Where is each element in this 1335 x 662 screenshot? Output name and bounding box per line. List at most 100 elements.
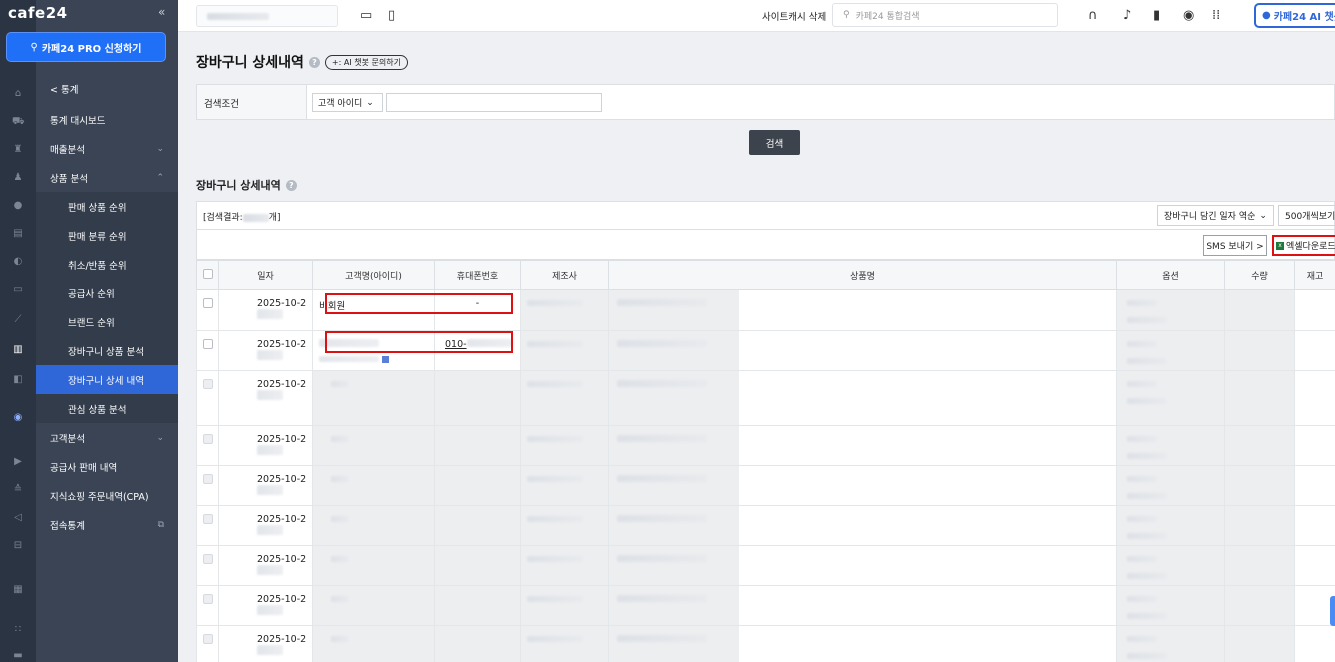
search-field-select[interactable]: 고객 아이디 ⌄ — [312, 93, 383, 112]
row-checkbox[interactable] — [202, 298, 213, 308]
row-checkbox[interactable] — [202, 379, 213, 389]
option-cell — [1116, 289, 1225, 331]
col-maker: 제조사 — [520, 260, 609, 290]
col-customer: 고객명(아이디) — [312, 260, 435, 290]
sidebar-item-label: 장바구니 상품 분석 — [68, 346, 144, 358]
table-row: 2025-10-2 — [196, 585, 1335, 626]
help-icon[interactable]: ? — [285, 179, 297, 191]
board-icon[interactable]: ▤ — [12, 228, 24, 240]
row-checkbox[interactable] — [202, 594, 213, 604]
sidebar-item-2[interactable]: 매출분석 ⌄ — [36, 134, 178, 163]
sidebar-item-15[interactable]: 접속통계 ⧉ — [36, 510, 178, 539]
product-cell[interactable] — [608, 370, 1117, 426]
phone-cell — [434, 425, 521, 466]
sidebar-item-13[interactable]: 공급사 판매 내역 — [36, 452, 178, 481]
user-icon[interactable]: ♟ — [12, 172, 24, 184]
account-icon[interactable]: ◉ — [1183, 8, 1194, 24]
sidebar-item-label: 통계 대시보드 — [50, 115, 106, 127]
customer-cell — [312, 585, 435, 626]
chat-icon[interactable]: ● — [12, 200, 24, 212]
stock-cell — [1294, 330, 1335, 371]
excel-download-button[interactable]: x 엑셀다운로드 — [1272, 235, 1335, 256]
product-cell[interactable] — [608, 585, 1117, 626]
stats-icon[interactable]: ▥ — [12, 344, 24, 356]
grid-icon[interactable]: ∷ — [12, 624, 24, 636]
sidebar-item-11[interactable]: 관심 상품 분석 — [36, 394, 178, 423]
palette-icon[interactable]: ◐ — [12, 256, 24, 268]
doc-icon[interactable]: ▦ — [12, 584, 24, 596]
product-cell[interactable] — [608, 505, 1117, 546]
row-checkbox[interactable] — [202, 474, 213, 484]
sidebar-item-label: 공급사 순위 — [68, 288, 115, 300]
sidebar-item-9[interactable]: 장바구니 상품 분석 — [36, 336, 178, 365]
layers-icon[interactable]: ≙ — [12, 484, 24, 496]
headset-icon[interactable]: ∩ — [1088, 8, 1098, 24]
badge-icon[interactable]: ◉ — [12, 412, 24, 424]
date-value: 2025-10-2 — [257, 298, 307, 309]
ad-icon[interactable]: ▭ — [12, 284, 24, 296]
ask-chatbot-button[interactable]: +: AI 챗봇 문의하기 — [324, 54, 408, 70]
row-checkbox[interactable] — [202, 634, 213, 644]
mobile-icon[interactable]: ▯ — [388, 8, 395, 24]
apps-icon[interactable]: ⁞⁞ — [1212, 8, 1220, 24]
sidebar-item-5[interactable]: 판매 분류 순위 — [36, 221, 178, 250]
send-sms-button[interactable]: SMS 보내기 > — [1203, 235, 1267, 256]
sidebar-item-10[interactable]: 장바구니 상세 내역 — [36, 365, 178, 394]
home-icon[interactable]: ⌂ — [12, 88, 24, 100]
search-input[interactable] — [386, 93, 602, 112]
row-checkbox[interactable] — [202, 514, 213, 524]
page-size-select[interactable]: 500개씩보기 — [1278, 205, 1335, 226]
site-cache-link[interactable]: 사이트캐시 삭제 — [762, 9, 826, 23]
app-icon[interactable]: ◧ — [12, 374, 24, 386]
row-checkbox[interactable] — [202, 339, 213, 349]
sidebar-item-3[interactable]: 상품 분석 ⌃ — [36, 163, 178, 192]
global-search-input[interactable]: ⚲ 카페24 통합검색 — [832, 3, 1058, 27]
product-cell[interactable] — [608, 465, 1117, 506]
sidebar-item-12[interactable]: 고객분석 ⌄ — [36, 423, 178, 452]
help-icon[interactable]: ? — [308, 56, 320, 68]
pro-signup-button[interactable]: ⚲ 카페24 PRO 신청하기 — [6, 32, 166, 62]
product-cell[interactable] — [608, 545, 1117, 586]
cafe24-logo[interactable]: cafe24 — [8, 4, 68, 22]
page-title: 장바구니 상세내역? +: AI 챗봇 문의하기 — [196, 52, 408, 72]
shop-selector[interactable] — [196, 5, 338, 27]
chevron-icon: ⌄ — [156, 143, 164, 154]
bell-icon[interactable]: ♪ — [1123, 8, 1131, 24]
video-icon[interactable]: ▶ — [12, 456, 24, 468]
row-checkbox[interactable] — [202, 554, 213, 564]
sidebar-item-4[interactable]: 판매 상품 순위 — [36, 192, 178, 221]
sidebar-item-1[interactable]: 통계 대시보드 — [36, 105, 178, 134]
product-cell[interactable] — [608, 425, 1117, 466]
col-product: 상품명 — [608, 260, 1117, 290]
cart-icon[interactable]: ⛟ — [12, 116, 25, 128]
product-cell[interactable] — [608, 625, 1117, 662]
member-icon[interactable] — [382, 356, 390, 363]
monitor-icon[interactable]: ▭ — [360, 8, 372, 24]
ai-chatbot-button[interactable]: ●카페24 AI 챗봇 — [1254, 3, 1335, 28]
megaphone-icon[interactable]: ◁ — [12, 512, 24, 524]
folder-icon[interactable]: ▬ — [12, 650, 24, 662]
bookmark-icon[interactable]: ▮ — [1153, 8, 1160, 24]
collapse-icon[interactable]: « — [158, 5, 165, 19]
shirt-icon[interactable]: ♜ — [12, 144, 24, 156]
row-checkbox[interactable] — [202, 434, 213, 444]
stock-cell — [1294, 505, 1335, 546]
sidebar-item-7[interactable]: 공급사 순위 — [36, 278, 178, 307]
customer-cell — [312, 505, 435, 546]
trend-icon[interactable]: ⟋ — [12, 314, 24, 326]
select-all-checkbox[interactable] — [202, 268, 213, 279]
option-cell — [1116, 505, 1225, 546]
product-cell[interactable] — [608, 289, 1117, 331]
store-icon[interactable]: ⊟ — [12, 540, 24, 552]
search-condition-label: 검색조건 — [204, 99, 239, 110]
product-cell[interactable] — [608, 330, 1117, 371]
search-button[interactable]: 검색 — [749, 130, 800, 155]
sidebar-item-8[interactable]: 브랜드 순위 — [36, 307, 178, 336]
sort-select[interactable]: 장바구니 담긴 일자 역순 ⌄ — [1157, 205, 1274, 226]
sidebar-item-14[interactable]: 지식쇼핑 주문내역(CPA) — [36, 481, 178, 510]
option-cell — [1116, 465, 1225, 506]
sidebar-item-6[interactable]: 취소/반품 순위 — [36, 250, 178, 279]
floating-tab[interactable] — [1330, 596, 1335, 626]
sidebar-item-0[interactable]: < 통계 — [36, 74, 178, 103]
section-title: 장바구니 상세내역? — [196, 177, 297, 193]
